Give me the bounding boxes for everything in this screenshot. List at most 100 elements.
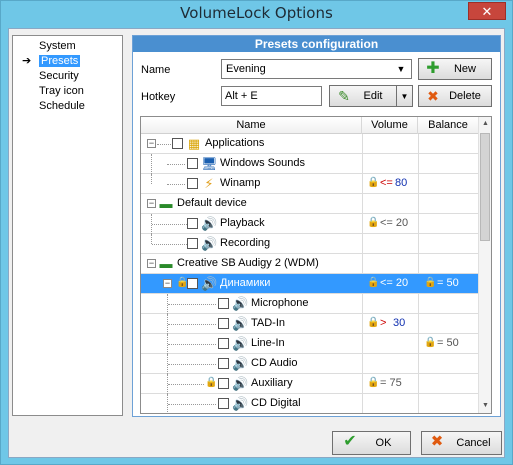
scroll-down-icon[interactable]: ▼	[479, 399, 491, 413]
preset-name-value: Evening	[226, 63, 266, 75]
chevron-down-icon[interactable]: ▼	[393, 61, 409, 77]
tree-line	[151, 174, 152, 184]
tree-row-playback[interactable]: 🔊 Playback 🔒 <= 20	[141, 214, 479, 234]
checkbox[interactable]	[218, 298, 229, 309]
nav-item-security[interactable]: Security	[13, 69, 122, 84]
sound-card-icon: ▬	[159, 196, 173, 211]
checkbox[interactable]	[218, 318, 229, 329]
window-title: VolumeLock Options	[180, 4, 333, 22]
checkbox[interactable]	[218, 398, 229, 409]
speaker-icon: 🔊	[232, 296, 249, 311]
column-header-name[interactable]: Name	[141, 117, 362, 134]
tree-row-tad-in[interactable]: 🔊 TAD-In 🔒 > 30	[141, 314, 479, 334]
speaker-icon: 🔊	[201, 236, 218, 251]
tree-row-default-device[interactable]: − ▬ Default device	[141, 194, 479, 214]
tree-line	[168, 324, 216, 325]
checkbox[interactable]	[187, 218, 198, 229]
tree-line	[152, 224, 187, 225]
tree-row-winamp[interactable]: ⚡ Winamp 🔒 <= 80	[141, 174, 479, 194]
lock-icon: 🔒	[367, 217, 380, 228]
speaker-icon: 🔊	[232, 336, 249, 351]
nav-item-system[interactable]: System	[13, 39, 122, 54]
tree-line	[168, 344, 216, 345]
row-label: Recording	[220, 237, 271, 249]
tree-line	[168, 304, 216, 305]
volume-operator: >	[380, 317, 387, 329]
volume-value: <= 20	[380, 277, 409, 289]
tree-row-creative-audigy[interactable]: − ▬ Creative SB Audigy 2 (WDM)	[141, 254, 479, 274]
speaker-icon: 🔊	[232, 356, 249, 371]
sound-card-icon: ▬	[159, 256, 173, 271]
tree-line	[151, 154, 152, 174]
cancel-button[interactable]: ✖ Cancel	[421, 431, 502, 455]
tree-line	[151, 234, 152, 244]
nav-item-label: Schedule	[39, 100, 85, 112]
tree-line	[152, 244, 187, 245]
pencil-icon: ✎	[338, 88, 350, 104]
scroll-up-icon[interactable]: ▲	[479, 117, 491, 131]
row-label: Microphone	[251, 297, 309, 309]
row-label: Динамики	[220, 277, 271, 289]
row-label: TAD-In	[251, 317, 286, 329]
checkbox[interactable]	[187, 158, 198, 169]
monitor-speaker-icon: 🖥	[201, 156, 218, 171]
cancel-icon: ✖	[430, 433, 444, 450]
checkbox[interactable]	[172, 138, 183, 149]
speaker-icon: 🔊	[201, 216, 218, 231]
collapse-icon[interactable]: −	[147, 139, 156, 148]
column-header-balance[interactable]: Balance	[418, 117, 479, 134]
nav-item-presets[interactable]: ➔ Presets	[13, 54, 122, 69]
row-label: Applications	[205, 137, 265, 149]
tree-row-applications[interactable]: − ▦ Applications	[141, 134, 479, 154]
checkbox[interactable]	[187, 238, 198, 249]
lock-icon: 🔒	[367, 177, 380, 188]
checkbox[interactable]	[187, 278, 198, 289]
close-button[interactable]: ✕	[468, 2, 506, 20]
lock-icon: 🔒	[367, 377, 380, 388]
nav-item-tray-icon[interactable]: Tray icon	[13, 84, 122, 99]
lock-icon: 🔒	[367, 277, 380, 288]
row-label: CD Audio	[251, 357, 298, 369]
volume-value: 30	[393, 317, 406, 329]
preset-name-combobox[interactable]: Evening ▼	[221, 59, 412, 79]
speaker-icon: 🔊	[232, 316, 249, 331]
new-button[interactable]: ✚ New	[418, 58, 492, 80]
collapse-icon[interactable]: −	[147, 199, 156, 208]
hotkey-input[interactable]: Alt + E	[221, 86, 322, 106]
name-label: Name	[141, 64, 171, 76]
tree-row-windows-sounds[interactable]: 🖥 Windows Sounds	[141, 154, 479, 174]
tree-row-cd-audio[interactable]: 🔊 CD Audio	[141, 354, 479, 374]
ok-button[interactable]: ✔ OK	[332, 431, 411, 455]
tree-row-line-in[interactable]: 🔊 Line-In 🔒 = 50	[141, 334, 479, 354]
tree-row-dinamiki[interactable]: − 🔒 🔊 Динамики 🔒 <= 20 🔒 = 50	[141, 274, 479, 294]
tree-row-recording[interactable]: 🔊 Recording	[141, 234, 479, 254]
scroll-thumb[interactable]	[480, 133, 490, 241]
row-label: Winamp	[220, 177, 261, 189]
tree-row-microphone[interactable]: 🔊 Microphone	[141, 294, 479, 314]
checkbox[interactable]	[218, 378, 229, 389]
checkbox[interactable]	[218, 358, 229, 369]
delete-button[interactable]: ✖ Delete	[418, 85, 492, 107]
column-header-volume[interactable]: Volume	[362, 117, 418, 134]
tree-row-cd-digital[interactable]: 🔊 CD Digital	[141, 394, 479, 413]
row-label: Creative SB Audigy 2 (WDM)	[177, 257, 319, 269]
hotkey-label: Hotkey	[141, 91, 176, 103]
checkbox[interactable]	[187, 178, 198, 189]
checkbox[interactable]	[218, 338, 229, 349]
arrow-right-icon: ➔	[22, 55, 32, 67]
tree-line	[167, 164, 185, 165]
applications-icon: ▦	[187, 136, 201, 151]
collapse-icon[interactable]: −	[163, 279, 172, 288]
client-area: System ➔ Presets Security Tray icon Sched…	[8, 28, 505, 458]
edit-button[interactable]: ✎ Edit	[329, 85, 397, 107]
collapse-icon[interactable]: −	[147, 259, 156, 268]
edit-dropdown-button[interactable]: ▼	[396, 85, 413, 107]
nav-item-schedule[interactable]: Schedule	[13, 99, 122, 114]
tree-row-auxiliary[interactable]: 🔒 🔊 Auxiliary 🔒 = 75	[141, 374, 479, 394]
tree-line	[167, 184, 185, 185]
tree-line	[168, 364, 216, 365]
winamp-icon: ⚡	[204, 176, 214, 191]
tree-scrollbar[interactable]: ▲ ▼	[478, 117, 491, 413]
tree-line	[168, 404, 216, 405]
checkmark-icon: ✔	[343, 433, 357, 450]
